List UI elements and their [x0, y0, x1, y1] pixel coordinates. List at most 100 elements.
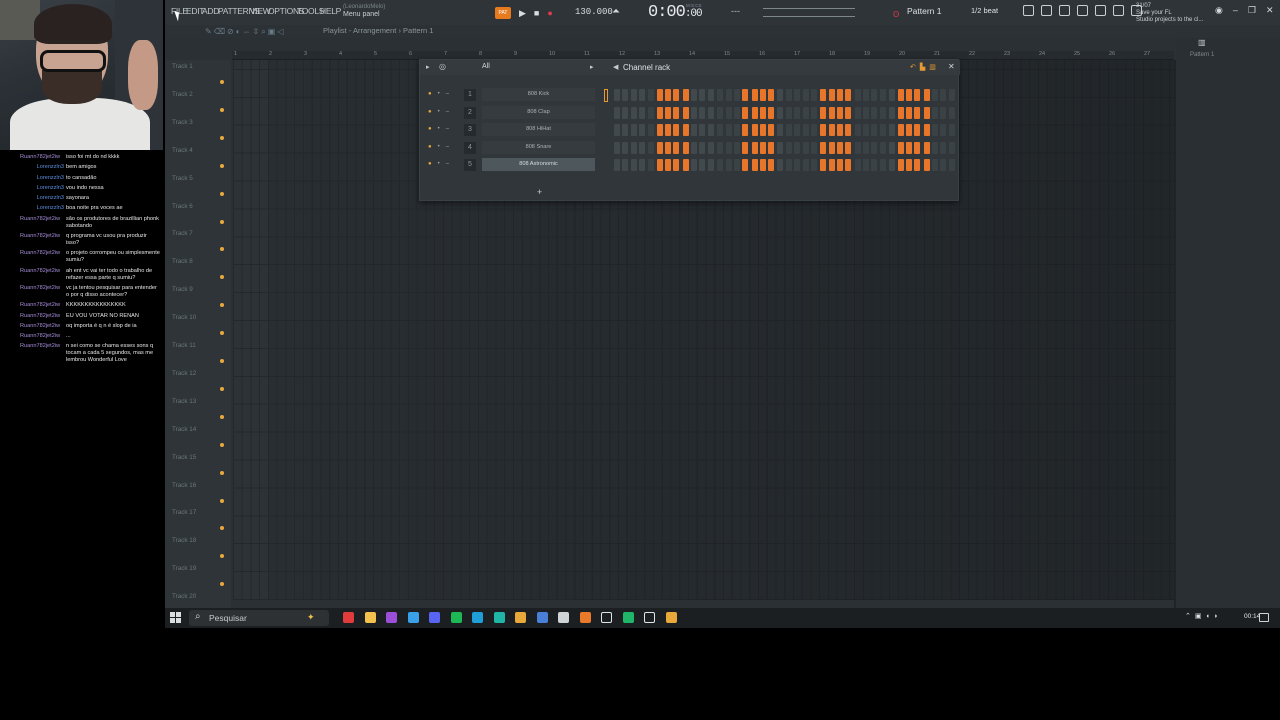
step-button[interactable] — [914, 159, 921, 171]
step-button[interactable] — [691, 124, 698, 136]
step-button[interactable] — [820, 141, 827, 154]
step-button[interactable] — [863, 89, 870, 101]
step-button[interactable] — [682, 106, 689, 119]
step-button[interactable] — [725, 141, 732, 154]
step-button[interactable] — [699, 106, 706, 119]
step-button[interactable] — [837, 141, 843, 154]
step-button[interactable] — [897, 159, 904, 171]
track-mute-led[interactable] — [220, 191, 224, 196]
step-button[interactable] — [638, 159, 645, 171]
step-button[interactable] — [648, 141, 655, 154]
notification-icon[interactable] — [1259, 613, 1269, 622]
play-button[interactable]: ▶ — [519, 8, 526, 19]
pattern-picker-item[interactable]: Pattern 1 — [1190, 52, 1214, 58]
taskbar-app-icon[interactable] — [622, 612, 634, 623]
pattern-selector[interactable]: Pattern 1 — [907, 6, 942, 16]
track-mute-led[interactable] — [220, 526, 224, 531]
step-button[interactable] — [673, 159, 680, 171]
step-button[interactable] — [879, 124, 886, 136]
step-button[interactable] — [622, 124, 629, 136]
step-button[interactable] — [794, 106, 801, 119]
channel-mixer-track[interactable]: 2 — [464, 106, 476, 119]
step-button[interactable] — [614, 159, 620, 171]
step-button[interactable] — [889, 124, 896, 136]
globe-icon[interactable]: ◉ — [1215, 5, 1223, 16]
track-label[interactable]: Track 4 — [172, 147, 193, 154]
step-button[interactable] — [889, 141, 896, 154]
step-button[interactable] — [786, 141, 792, 154]
step-button[interactable] — [786, 124, 792, 136]
step-button[interactable] — [630, 124, 637, 136]
taskbar-clock[interactable]: 00:14 — [1244, 613, 1260, 620]
step-button[interactable] — [828, 106, 835, 119]
step-button[interactable] — [630, 106, 637, 119]
news-panel[interactable]: 31/07 Save your FL Studio projects to th… — [1136, 3, 1203, 24]
step-button[interactable] — [682, 141, 689, 154]
playlist-tool-icons[interactable]: ✎⌫⊘◐⇔⇳⌕▣◁ — [205, 27, 285, 37]
step-button[interactable] — [622, 159, 629, 171]
step-button[interactable] — [665, 159, 671, 171]
step-button[interactable] — [863, 124, 870, 136]
step-button[interactable] — [717, 141, 724, 154]
step-button[interactable] — [673, 106, 680, 119]
channel-mute-icon[interactable]: ●•– — [428, 126, 455, 132]
track-label[interactable]: Track 18 — [172, 537, 196, 544]
step-button[interactable] — [863, 141, 870, 154]
step-button[interactable] — [742, 89, 749, 101]
step-button[interactable] — [931, 106, 938, 119]
menu-help[interactable]: HELP — [320, 6, 341, 16]
step-button[interactable] — [940, 159, 947, 171]
track-mute-led[interactable] — [220, 80, 224, 84]
track-label[interactable]: Track 2 — [172, 91, 193, 98]
step-button[interactable] — [691, 141, 698, 154]
step-button[interactable] — [751, 141, 758, 154]
step-button[interactable] — [914, 141, 921, 154]
step-button[interactable] — [759, 124, 766, 136]
step-button[interactable] — [776, 89, 783, 101]
step-button[interactable] — [648, 124, 655, 136]
step-button[interactable] — [638, 89, 645, 101]
step-button[interactable] — [630, 159, 637, 171]
channel-name-button[interactable]: 808 Clap — [482, 105, 595, 119]
step-button[interactable] — [889, 159, 896, 171]
step-button[interactable] — [682, 89, 689, 101]
taskbar-app-icon[interactable] — [472, 612, 483, 623]
step-button[interactable] — [923, 106, 930, 119]
step-button[interactable] — [854, 89, 861, 101]
step-button[interactable] — [699, 89, 706, 101]
step-button[interactable] — [665, 141, 671, 154]
step-button[interactable] — [794, 141, 801, 154]
step-button[interactable] — [717, 89, 724, 101]
channel-name-button[interactable]: 808 Astronomic — [482, 158, 595, 171]
step-button[interactable] — [742, 159, 749, 171]
step-button[interactable] — [648, 89, 655, 101]
step-button[interactable] — [905, 141, 912, 154]
step-button[interactable] — [656, 124, 663, 136]
step-button[interactable] — [656, 159, 663, 171]
step-button[interactable] — [828, 141, 835, 154]
channel-name-button[interactable]: 808 Kick — [482, 88, 595, 101]
metronome-icon[interactable]: ⏶ — [612, 6, 620, 17]
step-button[interactable] — [802, 89, 809, 101]
track-label[interactable]: Track 13 — [172, 398, 196, 405]
taskbar-app-icon[interactable] — [343, 612, 354, 623]
taskbar-app-icon[interactable] — [429, 612, 440, 623]
taskbar-app-icon[interactable] — [450, 612, 462, 623]
step-button[interactable] — [871, 89, 878, 101]
step-button[interactable] — [845, 124, 852, 136]
step-button[interactable] — [940, 124, 947, 136]
step-button[interactable] — [638, 106, 645, 119]
channel-mute-icon[interactable]: ●•– — [428, 91, 455, 97]
filter-arrow-icon[interactable]: ▸ — [590, 63, 594, 71]
track-label[interactable]: Track 12 — [172, 370, 196, 377]
step-button[interactable] — [897, 89, 904, 101]
step-button[interactable] — [810, 106, 817, 119]
track-mute-led[interactable] — [220, 135, 224, 140]
step-button[interactable] — [931, 89, 938, 101]
step-button[interactable] — [673, 124, 680, 136]
track-label[interactable]: Track 10 — [172, 314, 196, 321]
step-button[interactable] — [828, 159, 835, 171]
step-button[interactable] — [879, 141, 886, 154]
step-button[interactable] — [845, 106, 852, 119]
add-channel-button[interactable]: + — [537, 187, 542, 197]
